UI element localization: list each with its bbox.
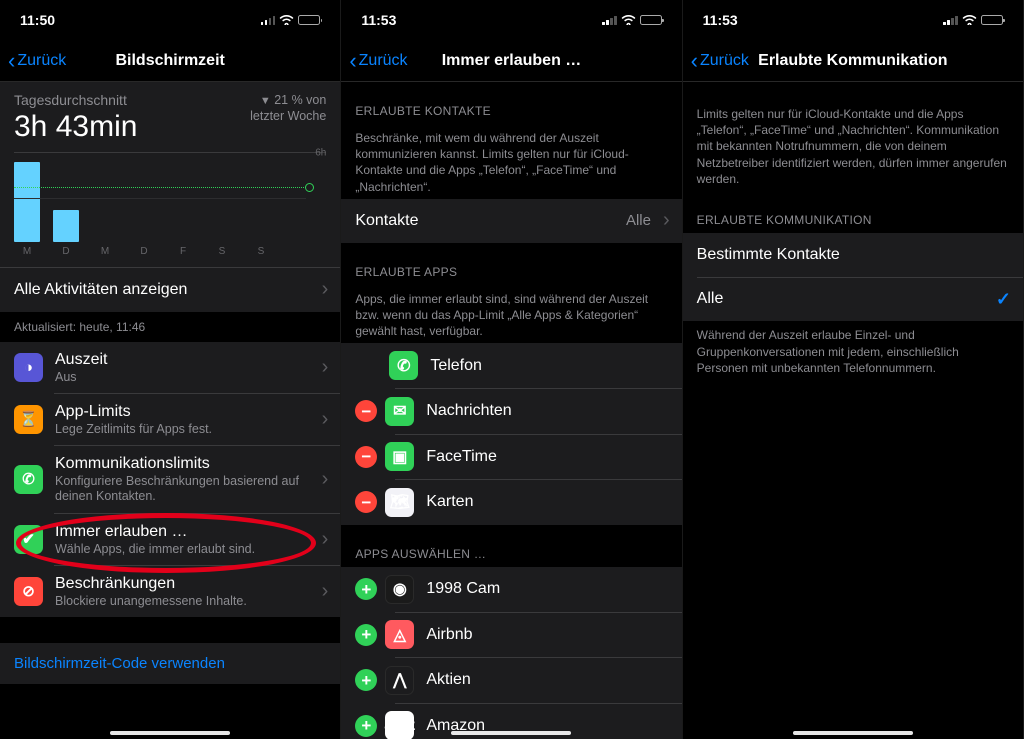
back-button[interactable]: ‹ Zurück — [683, 50, 749, 72]
wifi-icon — [621, 14, 636, 27]
contacts-row[interactable]: Kontakte Alle › — [341, 199, 681, 243]
add-button[interactable]: + — [355, 624, 377, 646]
airbnb-app-icon: ◬ — [385, 620, 414, 649]
screen-immer-erlauben: 11:53 ‹ Zurück Immer erlauben … ERLAUBTE… — [341, 0, 682, 739]
chevron-right-icon: › — [322, 580, 329, 603]
option-specific-contacts[interactable]: Bestimmte Kontakte — [683, 233, 1023, 277]
chevron-right-icon: › — [322, 528, 329, 551]
section-header: ERLAUBTE KOMMUNIKATION — [683, 191, 1023, 233]
1998cam-app-icon: ◉ — [385, 575, 414, 604]
check-shield-icon: ✔ — [14, 525, 43, 554]
phone-app-icon: ✆ — [389, 351, 418, 380]
avg-value: 3h 43min — [14, 110, 137, 144]
wifi-icon — [962, 14, 977, 27]
checkmark-icon: ✓ — [996, 289, 1011, 310]
apps-header: ERLAUBTE APPS — [341, 243, 681, 285]
messages-app-icon: ✉ — [385, 397, 414, 426]
apps-desc: Apps, die immer erlaubt sind, sind währe… — [341, 285, 681, 344]
app-row-aktien[interactable]: + ⋀ Aktien — [341, 658, 681, 703]
app-row-airbnb[interactable]: + ◬ Airbnb — [341, 612, 681, 657]
chevron-right-icon: › — [322, 356, 329, 379]
clock: 11:53 — [703, 12, 738, 28]
back-button[interactable]: ‹ Zurück — [0, 50, 66, 72]
chart-bar — [53, 210, 79, 242]
people-icon: ✆ — [14, 465, 43, 494]
app-row-nachrichten[interactable]: − ✉ Nachrichten — [341, 389, 681, 434]
allowed-apps-group: ✆ Telefon − ✉ Nachrichten − ▣ FaceTime −… — [341, 343, 681, 525]
remove-button[interactable]: − — [355, 491, 377, 513]
back-button[interactable]: ‹ Zurück — [341, 50, 407, 72]
cellular-icon — [261, 15, 276, 25]
content[interactable]: Limits gelten nur für iCloud-Kontakte un… — [683, 82, 1023, 739]
battery-icon — [640, 15, 662, 25]
usage-summary: Tagesdurchschnitt 3h 43min ▼ 21 % von le… — [0, 82, 340, 267]
cellular-icon — [943, 15, 958, 25]
chevron-right-icon: › — [663, 209, 670, 232]
updated-label: Aktualisiert: heute, 11:46 — [0, 312, 340, 342]
intro-text: Limits gelten nur für iCloud-Kontakte un… — [683, 82, 1023, 191]
show-all-activity[interactable]: Alle Aktivitäten anzeigen › — [0, 268, 340, 312]
settings-group: ◑ AuszeitAus › ⏳ App-LimitsLege Zeitlimi… — [0, 342, 340, 618]
nosign-icon: ⊘ — [14, 577, 43, 606]
downtime-icon: ◑ — [14, 353, 43, 382]
wifi-icon — [279, 14, 294, 27]
menu-immer-erlauben[interactable]: ✔ Immer erlauben …Wähle Apps, die immer … — [0, 514, 340, 566]
home-indicator[interactable] — [793, 731, 913, 736]
contacts-desc: Beschränke, mit wem du während der Ausze… — [341, 124, 681, 199]
app-row-1998cam[interactable]: + ◉ 1998 Cam — [341, 567, 681, 612]
menu-app-limits[interactable]: ⏳ App-LimitsLege Zeitlimits für Apps fes… — [0, 394, 340, 446]
contacts-header: ERLAUBTE KONTAKTE — [341, 82, 681, 124]
app-row-karten[interactable]: − 🗺 Karten — [341, 480, 681, 525]
chevron-right-icon: › — [322, 278, 329, 301]
screen-erlaubte-kommunikation: 11:53 ‹ Zurück Erlaubte Kommunikation Li… — [683, 0, 1024, 739]
screen-bildschirmzeit: 11:50 ‹ Zurück Bildschirmzeit Tagesdurch… — [0, 0, 341, 739]
hourglass-icon: ⏳ — [14, 405, 43, 434]
app-row-facetime[interactable]: − ▣ FaceTime — [341, 434, 681, 479]
menu-auszeit[interactable]: ◑ AuszeitAus › — [0, 342, 340, 394]
remove-button[interactable]: − — [355, 400, 377, 422]
cellular-icon — [602, 15, 617, 25]
stocks-app-icon: ⋀ — [385, 666, 414, 695]
status-bar: 11:53 — [683, 0, 1023, 40]
use-code-link[interactable]: Bildschirmzeit-Code verwenden — [0, 643, 340, 684]
down-arrow-icon: ▼ — [260, 95, 271, 107]
chevron-right-icon: › — [322, 468, 329, 491]
chevron-left-icon: ‹ — [349, 50, 356, 72]
chevron-left-icon: ‹ — [691, 50, 698, 72]
battery-icon — [298, 15, 320, 25]
pct-change: ▼ 21 % von letzter Woche — [250, 92, 326, 125]
menu-comm-limits[interactable]: ✆ KommunikationslimitsKonfiguriere Besch… — [0, 446, 340, 513]
clock: 11:53 — [361, 12, 396, 28]
content[interactable]: ERLAUBTE KONTAKTE Beschränke, mit wem du… — [341, 82, 681, 739]
amazon-app-icon: amz — [385, 711, 414, 739]
chevron-right-icon: › — [322, 408, 329, 431]
usage-chart: 6h — [14, 152, 326, 242]
chevron-left-icon: ‹ — [8, 50, 15, 72]
remove-button[interactable]: − — [355, 446, 377, 468]
facetime-app-icon: ▣ — [385, 442, 414, 471]
nav-bar: ‹ Zurück Immer erlauben … — [341, 40, 681, 82]
home-indicator[interactable] — [110, 731, 230, 736]
choose-apps-group: + ◉ 1998 Cam + ◬ Airbnb + ⋀ Aktien + amz… — [341, 567, 681, 739]
nav-bar: ‹ Zurück Erlaubte Kommunikation — [683, 40, 1023, 82]
maps-app-icon: 🗺 — [385, 488, 414, 517]
status-bar: 11:50 — [0, 0, 340, 40]
app-row-telefon[interactable]: ✆ Telefon — [341, 343, 681, 388]
chart-days: MDMDFSS — [14, 242, 326, 259]
choose-header: APPS AUSWÄHLEN … — [341, 525, 681, 567]
battery-icon — [981, 15, 1003, 25]
menu-restrictions[interactable]: ⊘ BeschränkungenBlockiere unangemessene … — [0, 566, 340, 618]
avg-label: Tagesdurchschnitt — [14, 92, 137, 108]
clock: 11:50 — [20, 12, 55, 28]
chart-bar — [14, 162, 40, 242]
content[interactable]: Tagesdurchschnitt 3h 43min ▼ 21 % von le… — [0, 82, 340, 739]
status-bar: 11:53 — [341, 0, 681, 40]
footer-text: Während der Auszeit erlaube Einzel- und … — [683, 321, 1023, 380]
add-button[interactable]: + — [355, 715, 377, 737]
add-button[interactable]: + — [355, 669, 377, 691]
home-indicator[interactable] — [451, 731, 571, 736]
nav-bar: ‹ Zurück Bildschirmzeit — [0, 40, 340, 82]
add-button[interactable]: + — [355, 578, 377, 600]
option-all[interactable]: Alle ✓ — [683, 277, 1023, 321]
